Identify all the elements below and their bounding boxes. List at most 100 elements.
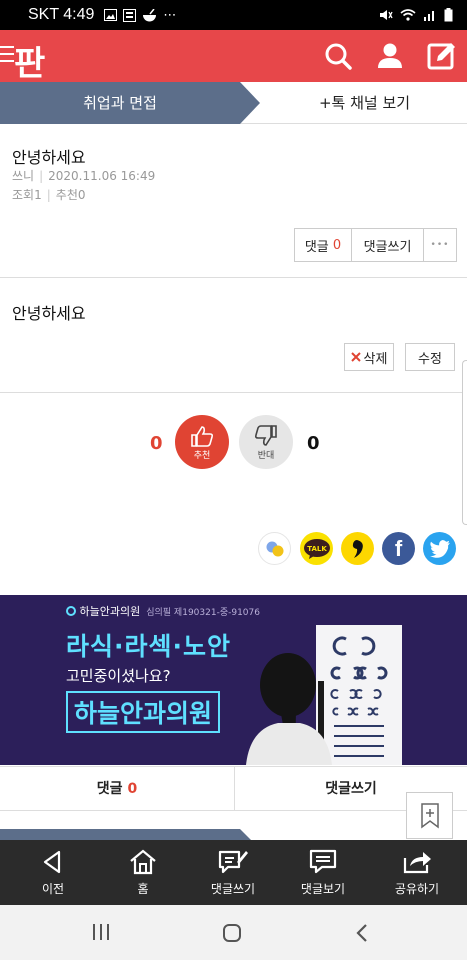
write-comment-label: 댓글쓰기 — [363, 239, 412, 255]
edit-button[interactable]: 수정 — [405, 343, 455, 371]
post-datetime: 2020.11.06 16:49 — [48, 169, 156, 183]
oppose-button-label: 반대 — [257, 450, 275, 461]
system-status-icons — [379, 8, 453, 22]
views-count: 1 — [34, 188, 42, 202]
home-button-icon[interactable] — [222, 923, 242, 943]
nav-write-comment-label: 댓글쓰기 — [210, 882, 256, 896]
battery-icon — [444, 8, 453, 22]
ad-banner[interactable]: 하늘안과의원 심의필 제190321-중-91076 라식·라섹·노안 고민중이셨… — [0, 595, 467, 765]
band-icon[interactable] — [341, 532, 374, 565]
nav-back[interactable]: 이전 — [8, 840, 98, 905]
ad-registration: 심의필 제190321-중-91076 — [146, 608, 260, 618]
kakaostory-glyph — [266, 541, 283, 556]
post-meta-author: 쓰니 | 2020.11.06 16:49 — [12, 169, 156, 183]
facebook-icon[interactable]: f — [382, 532, 415, 565]
menu-icon[interactable] — [0, 46, 14, 64]
wifi-icon — [400, 9, 416, 21]
news-notification-icon — [123, 8, 137, 22]
divider — [0, 392, 467, 393]
comment-count: 0 — [332, 237, 342, 253]
write-comment-button[interactable]: 댓글쓰기 — [351, 228, 424, 262]
more-notifications: ⋯ — [163, 7, 177, 23]
twitter-glyph — [429, 539, 450, 558]
edit-label: 수정 — [418, 351, 442, 367]
nav-back-label: 이전 — [41, 882, 65, 896]
comment-bar-count: 0 — [127, 781, 138, 797]
food-notification-icon — [143, 8, 157, 21]
ad-brand: 하늘안과의원 심의필 제190321-중-91076 — [66, 603, 260, 619]
gallery-notification-icon — [104, 9, 118, 21]
ad-brand-name: 하늘안과의원 — [79, 605, 141, 618]
bookmark-icon — [420, 802, 439, 828]
post-author[interactable]: 쓰니 — [12, 169, 34, 183]
post-meta-stats: 조회1 | 추천0 — [12, 188, 86, 202]
app-header: 판 — [0, 30, 467, 85]
tab-jobs-interview[interactable]: 취업과 면접 — [0, 82, 260, 124]
nav-share[interactable]: 공유하기 — [372, 840, 462, 905]
band-glyph — [352, 539, 363, 558]
ad-subheadline: 고민중이셨나요? — [66, 667, 171, 685]
nav-view-comments-label: 댓글보기 — [300, 882, 346, 896]
scroll-indicator[interactable] — [462, 360, 467, 525]
comment-label: 댓글 — [304, 239, 329, 255]
kakaotalk-icon[interactable]: TALK — [300, 532, 333, 565]
views-label: 조회 — [12, 188, 35, 202]
ad-headline: 라식·라섹·노안 — [66, 632, 231, 661]
user-icon[interactable] — [374, 40, 406, 72]
comment-bar: 댓글 0 댓글쓰기 — [0, 766, 467, 811]
bottom-nav: 이전 홈 댓글쓰기 댓글보기 공유하기 — [0, 840, 467, 905]
bookmark-button[interactable] — [406, 792, 453, 839]
tab-talk-channel[interactable]: +톡 채널 보기 — [262, 82, 467, 124]
recommend-button[interactable]: 추천 — [175, 415, 229, 469]
kakaotalk-glyph: TALK — [303, 538, 330, 559]
comment-count-button[interactable]: 댓글 0 — [294, 228, 352, 262]
tab-bar: 취업과 면접 +톡 채널 보기 — [0, 82, 467, 124]
recommend-button-label: 추천 — [193, 450, 211, 461]
thumbs-up-icon — [191, 425, 214, 447]
nav-write-comment[interactable]: 댓글쓰기 — [188, 840, 278, 905]
comment-bar-label: 댓글 — [96, 781, 123, 797]
system-back-icon[interactable] — [355, 923, 369, 943]
thumbs-down-icon — [254, 424, 277, 446]
status-carrier-time: SKT 4:49 — [28, 6, 95, 23]
nav-view-comments[interactable]: 댓글보기 — [278, 840, 368, 905]
delete-x-icon — [350, 352, 361, 362]
kakaostory-icon[interactable] — [258, 532, 291, 565]
nav-home-label: 홈 — [137, 882, 149, 896]
recent-apps-icon[interactable] — [92, 923, 110, 941]
nav-share-label: 공유하기 — [394, 882, 440, 896]
divider — [0, 277, 467, 278]
more-options-icon: ••• — [430, 240, 450, 250]
tab-label: 취업과 면접 — [83, 94, 157, 112]
oppose-button[interactable]: 반대 — [239, 415, 293, 469]
home-icon — [130, 849, 156, 875]
recommend-vote-count: 0 — [150, 433, 163, 454]
post-body: 안녕하세요 — [12, 304, 86, 323]
clinic-logo-icon — [66, 606, 76, 616]
next-section-tab-strip — [0, 829, 251, 840]
search-icon[interactable] — [322, 40, 354, 72]
delete-label: 삭제 — [363, 351, 388, 367]
signal-icon — [424, 11, 434, 21]
delete-button[interactable]: 삭제 — [344, 343, 394, 371]
twitter-icon[interactable] — [423, 532, 456, 565]
ad-highlight-box: 하늘안과의원 — [66, 691, 221, 733]
status-bar: SKT 4:49 ⋯ — [0, 0, 467, 30]
recommend-label: 추천 — [55, 188, 78, 202]
back-icon — [43, 850, 61, 874]
pann-logo[interactable]: 판 — [14, 36, 45, 85]
notification-icons: ⋯ — [104, 8, 176, 23]
kakaotalk-text: TALK — [307, 545, 327, 553]
system-nav-bar — [0, 905, 467, 960]
comment-bar-comments[interactable]: 댓글 0 — [0, 767, 234, 811]
mute-icon — [380, 10, 393, 20]
edit-icon[interactable] — [426, 40, 458, 72]
recommend-count: 0 — [77, 188, 86, 202]
share-icon — [403, 852, 431, 874]
more-options-button[interactable]: ••• — [423, 228, 457, 262]
nav-home[interactable]: 홈 — [98, 840, 188, 905]
view-comments-icon — [309, 849, 337, 874]
post-title: 안녕하세요 — [12, 148, 86, 167]
write-comment-icon — [218, 850, 248, 874]
oppose-vote-count: 0 — [307, 433, 320, 454]
